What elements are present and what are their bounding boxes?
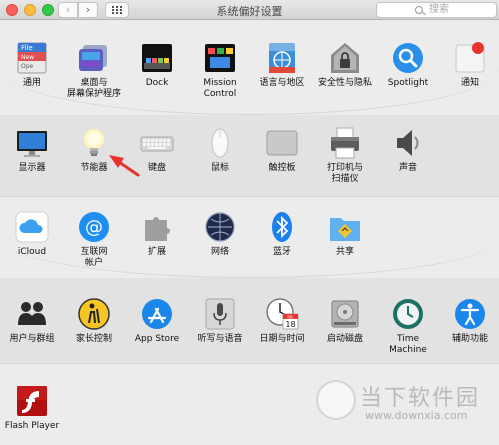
watermark-logo	[316, 380, 356, 420]
watermark-brand: 当下软件园	[360, 386, 481, 411]
system-preferences-window: ‹ › 系统偏好设置 搜索 FileNewOpe 通用 桌面与 屏幕保护程序	[0, 0, 499, 445]
watermark-url: www.downxia.com	[365, 409, 468, 422]
annotation-arrow	[109, 155, 140, 177]
